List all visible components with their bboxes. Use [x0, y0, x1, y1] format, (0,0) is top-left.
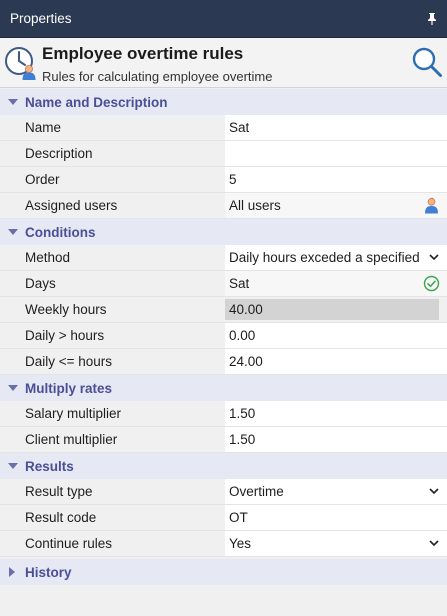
daily-lte-hours-field[interactable]: 24.00 [225, 349, 447, 374]
days-value: Sat [229, 276, 250, 291]
check-circle-icon[interactable] [423, 275, 440, 292]
description-field[interactable] [225, 141, 447, 166]
daily-gt-hours-field[interactable]: 0.00 [225, 323, 447, 348]
property-row-daily-lte-hours: Daily <= hours 24.00 [0, 349, 447, 375]
property-row-order: Order 5 [0, 167, 447, 193]
property-label: Daily <= hours [0, 349, 225, 374]
collapse-triangle-icon[interactable] [0, 228, 25, 236]
weekly-hours-value: 40.00 [229, 302, 263, 317]
property-row-days: Days Sat [0, 271, 447, 297]
order-field[interactable]: 5 [225, 167, 447, 192]
category-history[interactable]: History [0, 559, 447, 585]
window-title: Properties [10, 11, 72, 26]
category-label: Results [25, 458, 74, 474]
property-label: Salary multiplier [0, 401, 225, 426]
property-row-assigned-users: Assigned users All users [0, 193, 447, 219]
property-label: Order [0, 167, 225, 192]
property-label: Assigned users [0, 193, 225, 218]
continue-rules-select[interactable]: Yes [225, 531, 447, 556]
category-results[interactable]: Results [0, 453, 447, 479]
clock-user-icon [5, 47, 36, 80]
chevron-down-icon[interactable] [429, 254, 439, 261]
property-label: Weekly hours [0, 297, 225, 322]
search-icon[interactable] [411, 46, 443, 78]
property-label: Method [0, 245, 225, 270]
property-label: Client multiplier [0, 427, 225, 452]
property-grid: Name and Description Name Sat Descriptio… [0, 89, 447, 585]
category-label: Name and Description [25, 94, 168, 110]
result-type-value: Overtime [229, 484, 284, 499]
chevron-down-icon[interactable] [429, 488, 439, 495]
client-multiplier-value: 1.50 [229, 432, 256, 447]
property-label: Result type [0, 479, 225, 504]
property-row-continue-rules: Continue rules Yes [0, 531, 447, 557]
property-label: Daily > hours [0, 323, 225, 348]
continue-rules-value: Yes [229, 536, 252, 551]
days-field[interactable]: Sat [225, 271, 447, 296]
chevron-down-icon[interactable] [429, 540, 439, 547]
result-type-select[interactable]: Overtime [225, 479, 447, 504]
name-field[interactable]: Sat [225, 115, 447, 140]
daily-gt-hours-value: 0.00 [229, 328, 256, 343]
weekly-hours-field[interactable]: 40.00 [225, 299, 439, 320]
order-value: 5 [229, 172, 237, 187]
collapse-triangle-icon[interactable] [0, 98, 25, 106]
expand-triangle-icon[interactable] [0, 567, 25, 577]
user-icon[interactable] [423, 197, 440, 214]
pin-icon[interactable] [426, 12, 438, 26]
category-multiply-rates[interactable]: Multiply rates [0, 375, 447, 401]
property-label: Continue rules [0, 531, 225, 556]
property-row-salary-multiplier: Salary multiplier 1.50 [0, 401, 447, 427]
property-label: Description [0, 141, 225, 166]
category-conditions[interactable]: Conditions [0, 219, 447, 245]
collapse-triangle-icon[interactable] [0, 384, 25, 392]
category-label: Conditions [25, 224, 96, 240]
method-select[interactable]: Daily hours exceded a specified [225, 245, 447, 270]
method-value: Daily hours exceded a specified [229, 250, 420, 265]
category-label: History [25, 564, 72, 580]
property-row-result-code: Result code OT [0, 505, 447, 531]
page-title: Employee overtime rules [42, 44, 244, 63]
collapse-triangle-icon[interactable] [0, 462, 25, 470]
property-row-daily-gt-hours: Daily > hours 0.00 [0, 323, 447, 349]
property-label: Days [0, 271, 225, 296]
object-header: Employee overtime rules Rules for calcul… [0, 38, 447, 88]
property-label: Result code [0, 505, 225, 530]
assigned-users-value: All users [229, 198, 281, 213]
property-row-result-type: Result type Overtime [0, 479, 447, 505]
category-label: Multiply rates [25, 380, 113, 396]
property-row-name: Name Sat [0, 115, 447, 141]
name-value: Sat [229, 120, 250, 135]
property-row-client-multiplier: Client multiplier 1.50 [0, 427, 447, 453]
assigned-users-field[interactable]: All users [225, 193, 447, 218]
result-code-field[interactable]: OT [225, 505, 447, 530]
result-code-value: OT [229, 510, 248, 525]
property-row-method: Method Daily hours exceded a specified [0, 245, 447, 271]
salary-multiplier-field[interactable]: 1.50 [225, 401, 447, 426]
property-label: Name [0, 115, 225, 140]
property-row-weekly-hours: Weekly hours 40.00 [0, 297, 447, 323]
client-multiplier-field[interactable]: 1.50 [225, 427, 447, 452]
properties-titlebar: Properties [0, 0, 447, 38]
page-subtitle: Rules for calculating employee overtime [42, 69, 273, 84]
property-row-description: Description [0, 141, 447, 167]
daily-lte-hours-value: 24.00 [229, 354, 263, 369]
category-name-and-description[interactable]: Name and Description [0, 89, 447, 115]
salary-multiplier-value: 1.50 [229, 406, 256, 421]
